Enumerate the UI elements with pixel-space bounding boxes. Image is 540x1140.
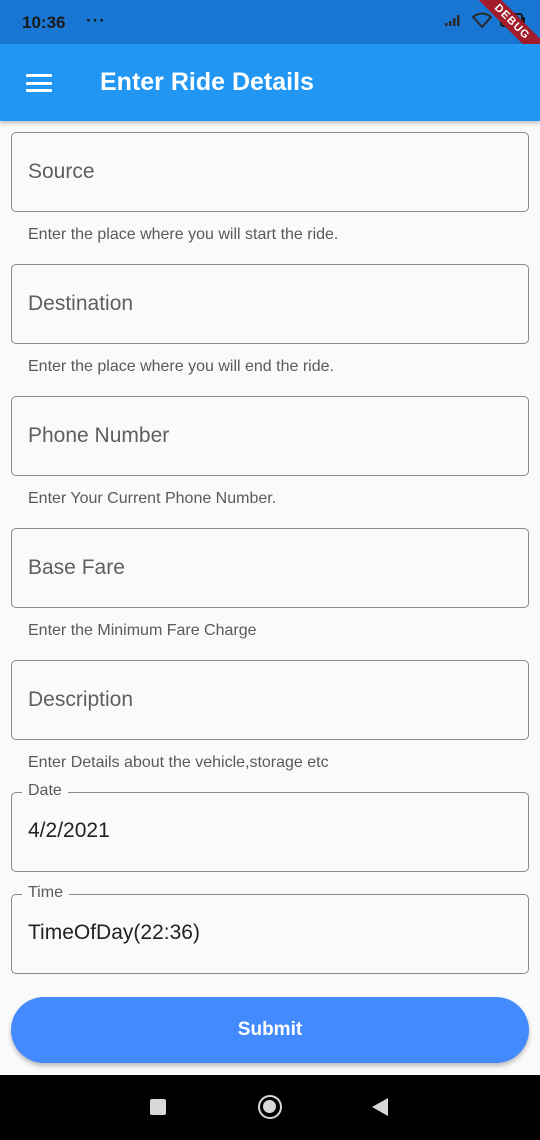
battery-icon: [500, 13, 525, 27]
signal-icon: [445, 15, 460, 26]
time-field[interactable]: Time TimeOfDay(22:36): [11, 884, 529, 974]
date-value: 4/2/2021: [28, 819, 110, 842]
wifi-icon: [472, 12, 492, 28]
home-icon[interactable]: [258, 1095, 282, 1119]
description-field[interactable]: [11, 660, 529, 740]
status-icons: [444, 12, 526, 28]
source-field[interactable]: [11, 132, 529, 212]
base-fare-field[interactable]: [11, 528, 529, 608]
app-bar: Enter Ride Details: [0, 44, 540, 121]
menu-icon[interactable]: [26, 74, 52, 92]
time-label: Time: [22, 884, 69, 902]
recents-icon[interactable]: [150, 1099, 166, 1115]
time-value: TimeOfDay(22:36): [28, 921, 200, 944]
system-nav-bar: [0, 1075, 540, 1140]
description-input[interactable]: [28, 661, 508, 739]
description-helper-text: Enter Details about the vehicle,storage …: [28, 754, 329, 771]
source-helper-text: Enter the place where you will start the…: [28, 226, 339, 243]
phone-helper-text: Enter Your Current Phone Number.: [28, 490, 277, 507]
submit-button[interactable]: Submit: [11, 997, 529, 1063]
destination-helper-text: Enter the place where you will end the r…: [28, 358, 334, 375]
date-label: Date: [22, 782, 68, 800]
phone-input[interactable]: [28, 397, 508, 475]
phone-field[interactable]: [11, 396, 529, 476]
base-fare-input[interactable]: [28, 529, 508, 607]
date-field[interactable]: Date 4/2/2021: [11, 782, 529, 872]
destination-input[interactable]: [28, 265, 508, 343]
destination-field[interactable]: [11, 264, 529, 344]
notification-dots: ···: [86, 11, 106, 30]
page-title: Enter Ride Details: [100, 68, 314, 96]
back-icon[interactable]: [372, 1098, 388, 1116]
status-time: 10:36: [22, 13, 66, 32]
source-input[interactable]: [28, 133, 508, 211]
base-fare-helper-text: Enter the Minimum Fare Charge: [28, 622, 257, 639]
status-bar: 10:36 ··· DEBUG: [0, 0, 540, 64]
